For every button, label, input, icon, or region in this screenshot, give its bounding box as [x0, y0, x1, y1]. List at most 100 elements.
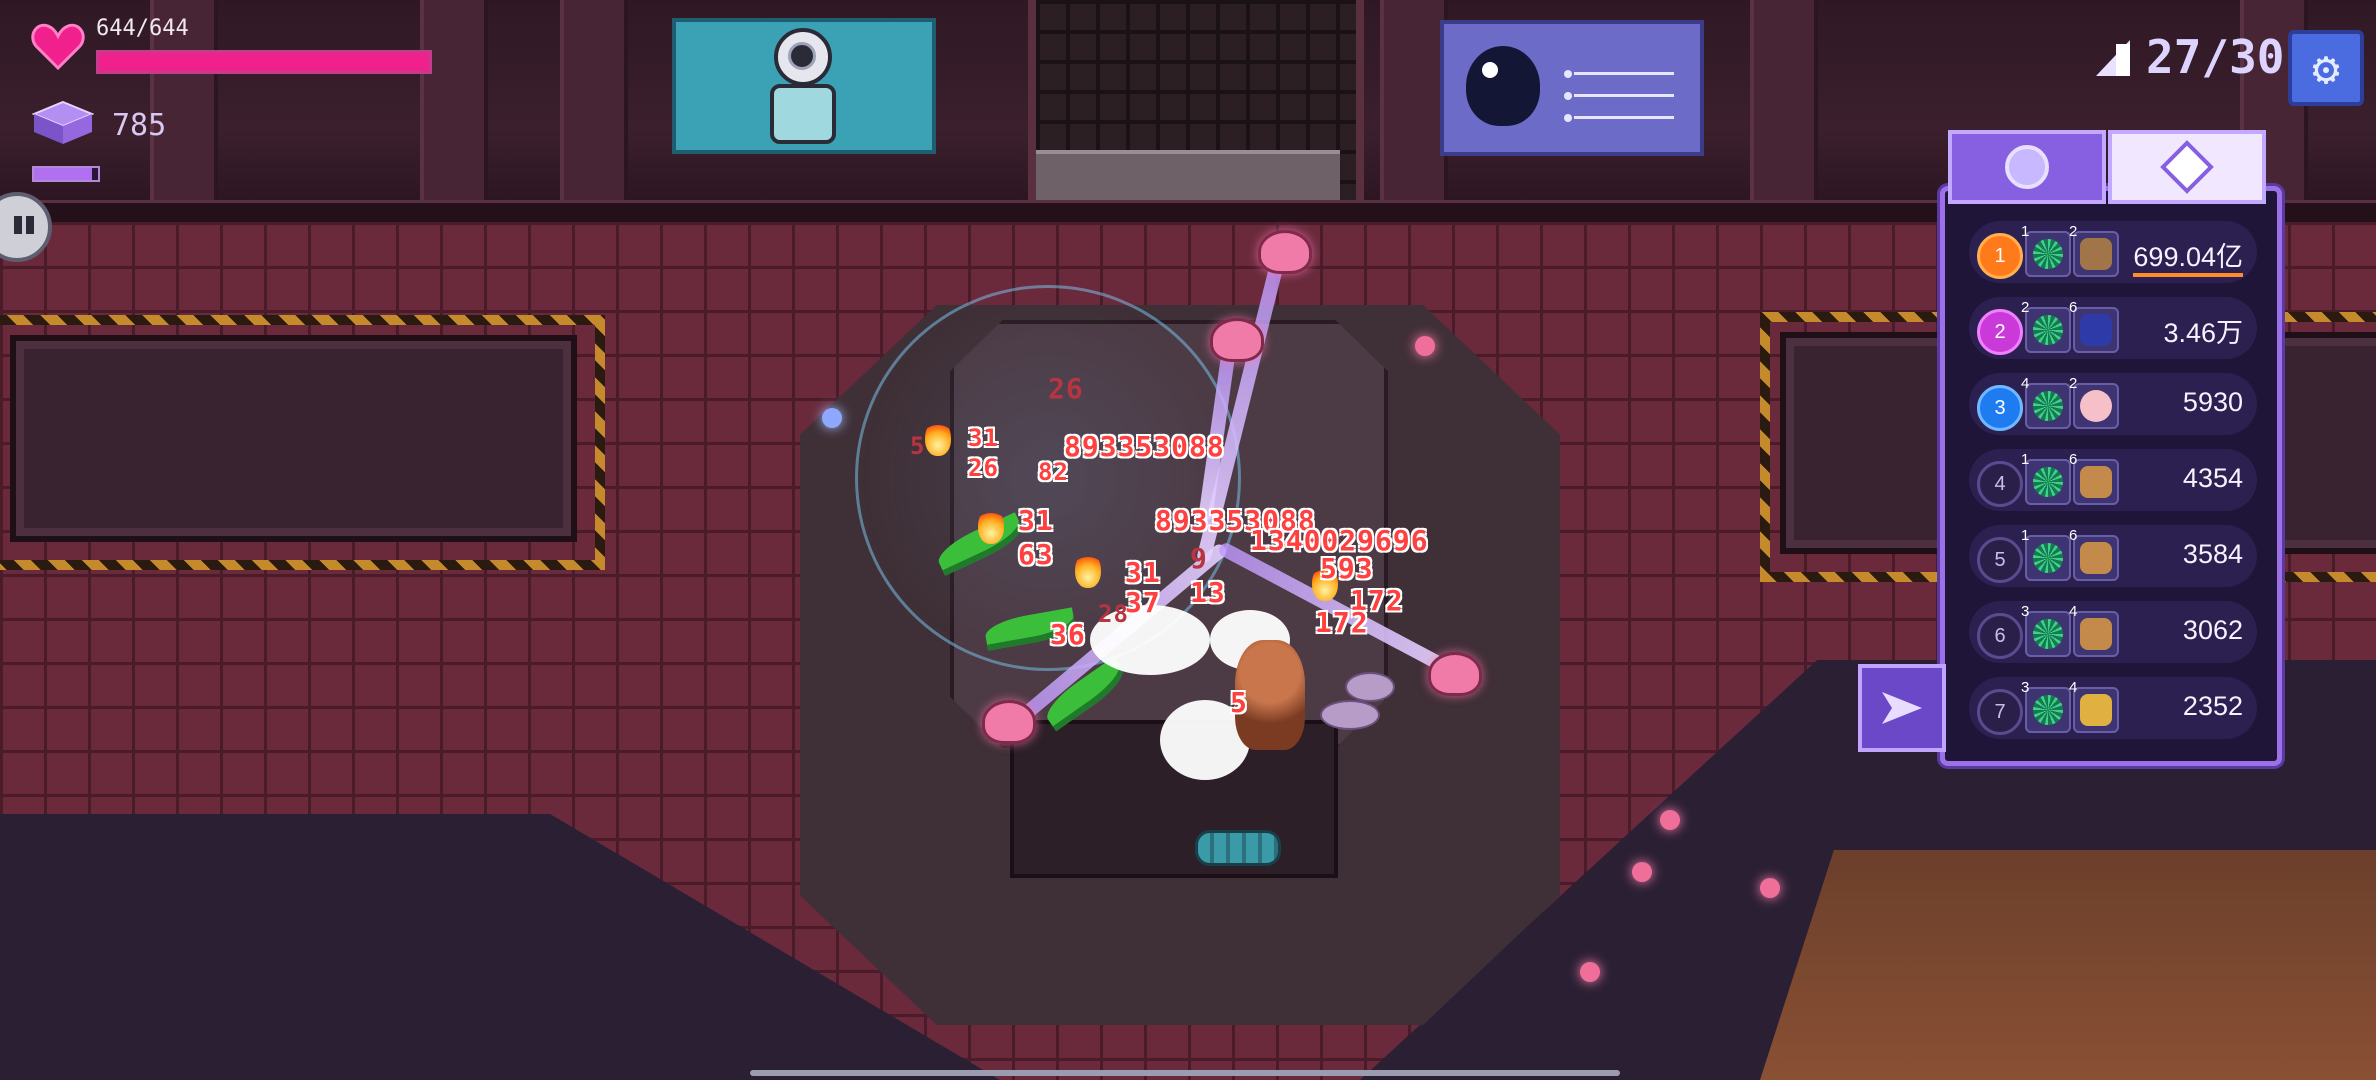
- gear-icon: [2033, 619, 2063, 649]
- weapon-slot: 2: [2069, 223, 2119, 277]
- gear-icon: [2033, 239, 2063, 269]
- gear-icon: ⚙: [2312, 41, 2340, 95]
- settings-button[interactable]: ⚙: [2288, 30, 2364, 106]
- damage-number: 593: [1320, 552, 1374, 585]
- gear-icon: [2033, 695, 2063, 725]
- slime-enemy: [982, 700, 1036, 744]
- weapon-slot: 4: [2069, 603, 2119, 657]
- wave-icon: [2096, 40, 2130, 76]
- leaderboard-row[interactable]: 1 1 2 699.04亿: [1969, 221, 2257, 283]
- damage-number: 63: [1018, 538, 1054, 571]
- gem-count: 785: [112, 108, 167, 143]
- rank-badge: 6: [1977, 613, 2023, 659]
- rank-badge: 3: [1977, 385, 2023, 431]
- slime-enemy: [1210, 318, 1264, 362]
- gear-slot: 4: [2021, 375, 2071, 429]
- wall-pillar: [1380, 0, 1448, 200]
- leaderboard-row[interactable]: 4 1 6 4354: [1969, 449, 2257, 511]
- energy-bar: [32, 166, 100, 182]
- damage-number: 9: [1190, 542, 1208, 575]
- damage-number: 13: [1190, 576, 1226, 609]
- damage-number: 26: [968, 454, 999, 482]
- collapse-leaderboard-button[interactable]: [1858, 664, 1946, 752]
- tab-circle[interactable]: [1948, 130, 2106, 204]
- gem-stack-icon: [32, 100, 94, 144]
- damage-value: 4354: [2182, 463, 2243, 493]
- fire-effect: [925, 420, 951, 456]
- energy-orb: [1660, 810, 1680, 830]
- wall-poster: [1440, 20, 1704, 156]
- energy-bar-fill: [34, 168, 92, 180]
- gear-slot: 3: [2021, 603, 2071, 657]
- play-arrow-icon: [1882, 692, 1922, 724]
- damage-bar: [2133, 273, 2243, 277]
- hp-bar: [96, 50, 432, 74]
- damage-value: 3062: [2182, 615, 2243, 645]
- damage-value: 5930: [2182, 387, 2243, 417]
- owl-icon: [2080, 466, 2112, 498]
- damage-number: 36: [1050, 618, 1086, 651]
- gear-icon: [2033, 467, 2063, 497]
- orange-floor: [1760, 850, 2376, 1080]
- gear-icon: [2033, 315, 2063, 345]
- owl-icon: [2080, 542, 2112, 574]
- damage-value: 3584: [2182, 539, 2243, 569]
- energy-orb: [1760, 878, 1780, 898]
- energy-orb: [1632, 862, 1652, 882]
- fire-effect: [978, 508, 1004, 544]
- diamond-icon: [2160, 140, 2214, 194]
- weapon-slot: 2: [2069, 375, 2119, 429]
- slug-enemy: [1195, 830, 1281, 866]
- owl-icon: [2080, 618, 2112, 650]
- gear-slot: 1: [2021, 527, 2071, 581]
- wall-pillar: [560, 0, 628, 200]
- leaderboard-row[interactable]: 5 1 6 3584: [1969, 525, 2257, 587]
- weapon-slot: 6: [2069, 299, 2119, 353]
- rank-badge: 1: [1977, 233, 2023, 279]
- rank-badge: 2: [1977, 309, 2023, 355]
- slime-enemy: [1258, 230, 1312, 274]
- gear-slot: 3: [2021, 679, 2071, 733]
- energy-orb: [1580, 962, 1600, 982]
- damage-number: 172: [1315, 606, 1369, 639]
- circle-icon: [2005, 145, 2049, 189]
- wall-pillar: [420, 0, 488, 200]
- gear-slot: 2: [2021, 299, 2071, 353]
- phantom-icon: [2080, 314, 2112, 346]
- hp-readout: 644/644: [96, 16, 189, 41]
- weapon-slot: 4: [2069, 679, 2119, 733]
- damage-number: 82: [1038, 458, 1069, 486]
- home-indicator[interactable]: [750, 1070, 1620, 1076]
- leaderboard-row[interactable]: 3 4 2 5930: [1969, 373, 2257, 435]
- fire-effect: [1075, 552, 1101, 588]
- rat-enemy: [1320, 700, 1380, 730]
- rank-badge: 7: [1977, 689, 2023, 735]
- pig-icon: [2080, 390, 2112, 422]
- damage-number: 893353088: [1064, 430, 1225, 463]
- damage-number: 31: [968, 424, 999, 452]
- robot-sprite: [762, 28, 836, 144]
- leaderboard-row[interactable]: 2 2 6 3.46万: [1969, 297, 2257, 359]
- weapon-slot: 6: [2069, 451, 2119, 505]
- leaderboard-row[interactable]: 7 3 4 2352: [1969, 677, 2257, 739]
- energy-orb: [1415, 336, 1435, 356]
- damage-number: 31: [1125, 556, 1161, 589]
- damage-number: 37: [1125, 586, 1161, 619]
- tab-diamond[interactable]: [2108, 130, 2266, 204]
- heart-icon: [31, 23, 85, 71]
- damage-value: 2352: [2182, 691, 2243, 721]
- damage-number: 5: [910, 432, 926, 460]
- gear-slot: 1: [2021, 451, 2071, 505]
- damage-leaderboard: 1 1 2 699.04亿 2 2 6 3.46万 3 4 2 5930 4 1…: [1940, 186, 2282, 766]
- damage-number: 26: [1048, 372, 1084, 405]
- leaderboard-row[interactable]: 6 3 4 3062: [1969, 601, 2257, 663]
- owl-icon: [2080, 238, 2112, 270]
- damage-number: 5: [1230, 686, 1248, 719]
- floor-panel-left: [10, 335, 577, 542]
- damage-value: 699.04亿: [2133, 242, 2243, 272]
- damage-value: 3.46万: [2163, 318, 2243, 348]
- gear-icon: [2033, 391, 2063, 421]
- wave-counter: 27/30: [2146, 30, 2285, 84]
- energy-orb: [822, 408, 842, 428]
- rank-badge: 5: [1977, 537, 2023, 583]
